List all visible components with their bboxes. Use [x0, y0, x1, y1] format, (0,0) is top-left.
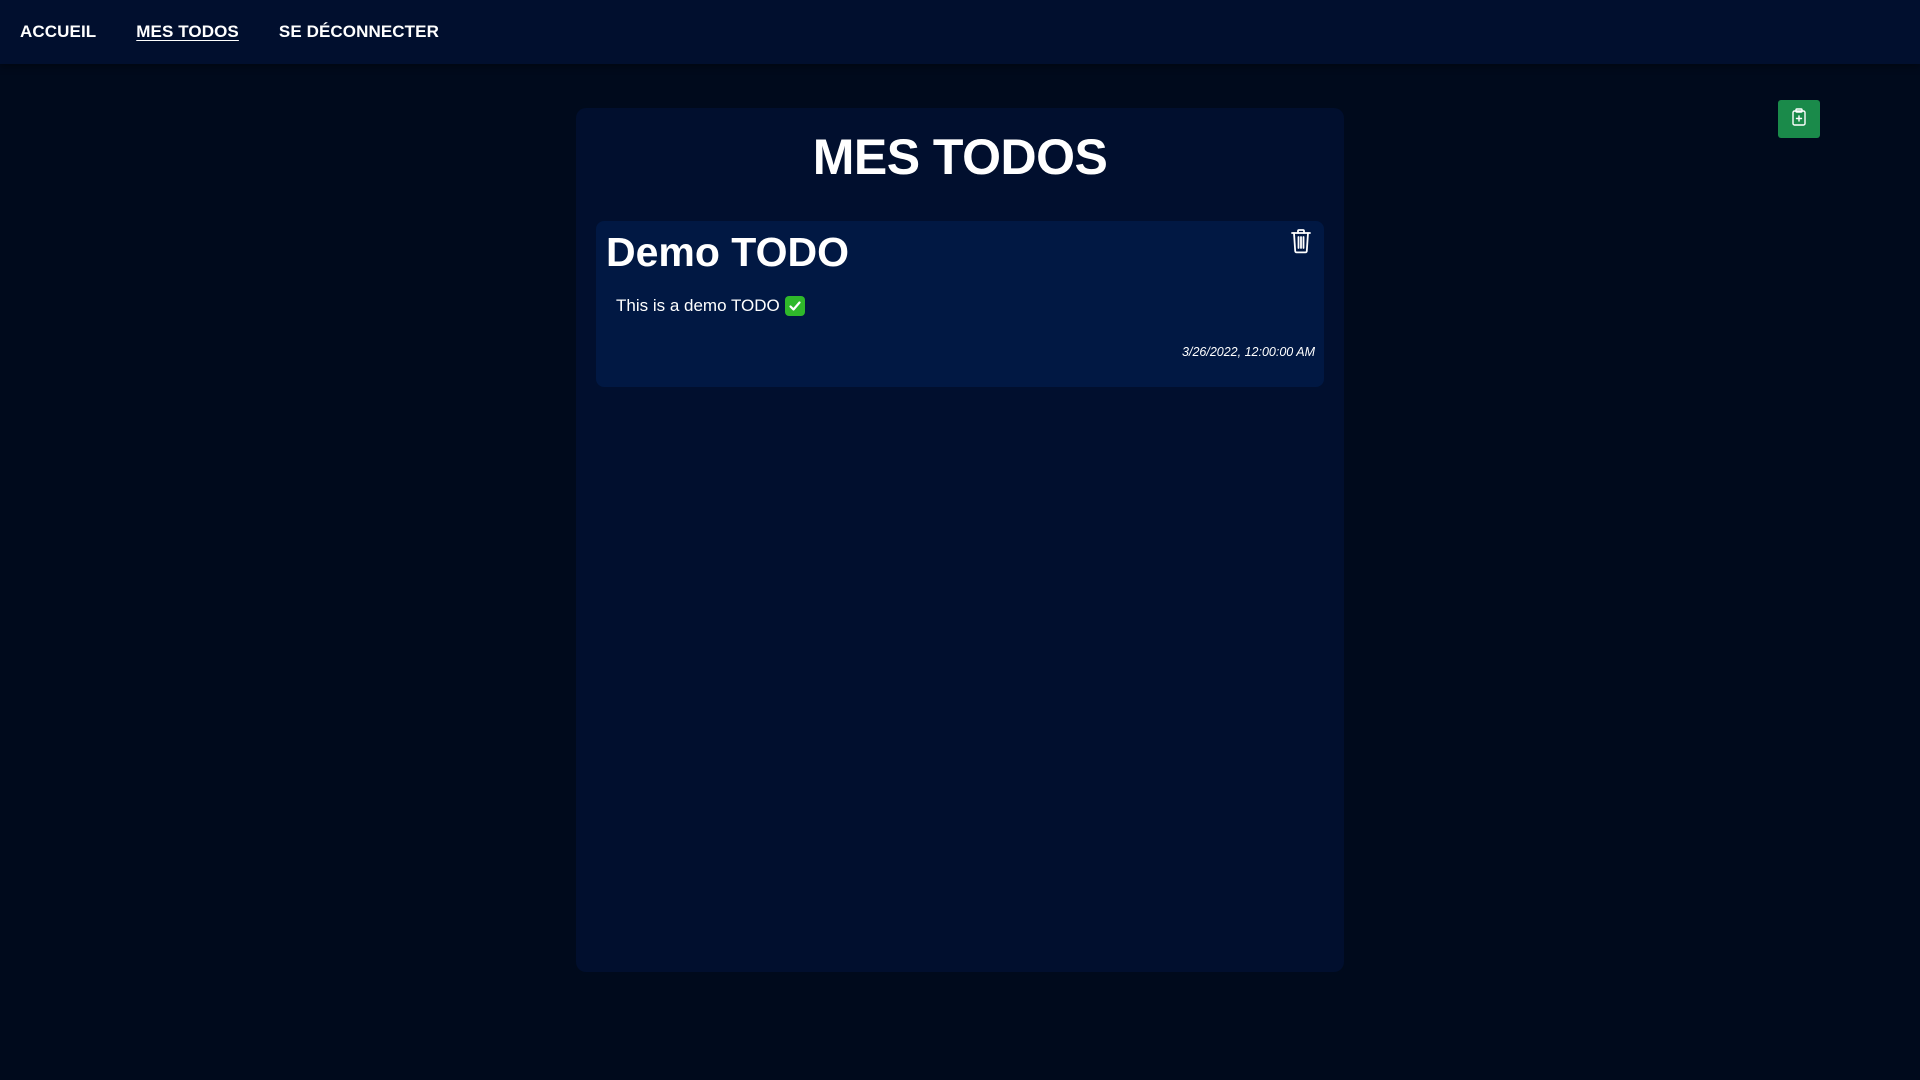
- nav-link-accueil[interactable]: ACCUEIL: [20, 22, 96, 42]
- add-todo-button[interactable]: [1778, 100, 1820, 138]
- clipboard-plus-icon: [1791, 107, 1807, 131]
- todo-description-text: This is a demo TODO: [616, 296, 780, 315]
- todo-title: Demo TODO: [606, 229, 849, 275]
- nav-link-se-deconnecter[interactable]: SE DÉCONNECTER: [279, 22, 439, 42]
- delete-todo-button[interactable]: [1288, 228, 1314, 259]
- page-title: MES TODOS: [812, 129, 1108, 185]
- trash-icon: [1290, 228, 1312, 259]
- nav-link-mes-todos[interactable]: MES TODOS: [136, 22, 239, 42]
- todos-panel: MES TODOS Demo TODO This is a demo TODO: [576, 108, 1344, 972]
- todo-description: This is a demo TODO: [616, 296, 805, 316]
- check-mark-button-icon: [784, 296, 805, 316]
- todo-date: 3/26/2022, 12:00:00 AM: [1182, 345, 1315, 359]
- todo-card: Demo TODO This is a demo TODO 3/26/2022,…: [596, 221, 1324, 387]
- top-navigation: ACCUEIL MES TODOS SE DÉCONNECTER: [0, 0, 1920, 64]
